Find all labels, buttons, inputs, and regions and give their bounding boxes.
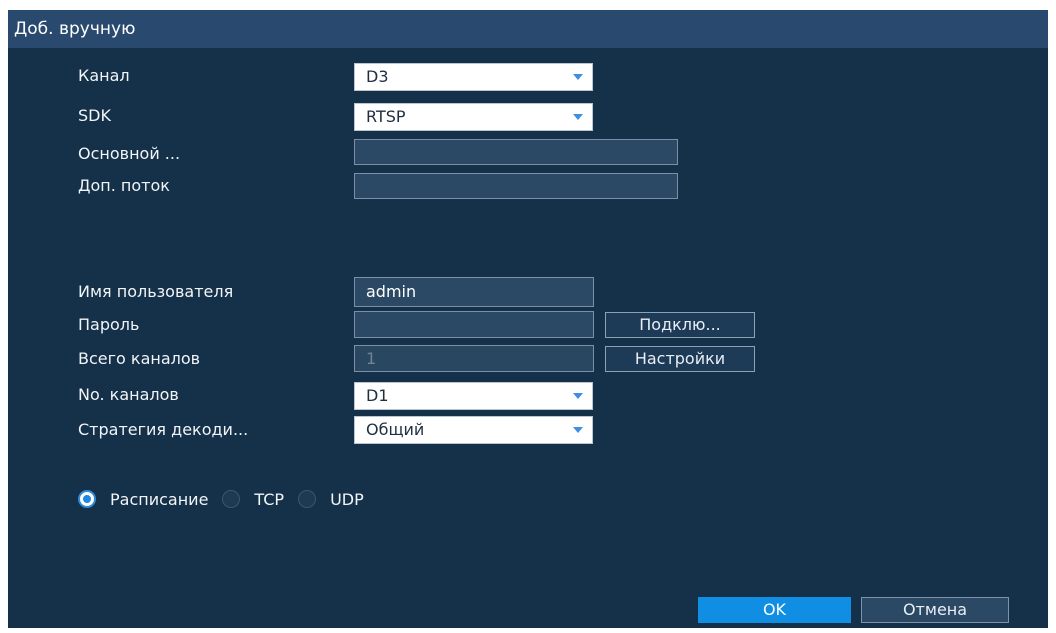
add-manually-dialog: Доб. вручную Канал D3 SDK RTSP Основной … (8, 10, 1048, 628)
radio-tcp-label: TCP (254, 489, 285, 509)
channel-no-select-value: D1 (366, 386, 389, 405)
settings-button[interactable]: Настройки (605, 346, 755, 372)
main-stream-input[interactable] (354, 139, 678, 165)
channel-select[interactable]: D3 (354, 63, 593, 91)
radio-udp-label: UDP (330, 489, 364, 509)
channel-select-value: D3 (366, 67, 389, 86)
sdk-label: SDK (78, 106, 111, 125)
radio-udp[interactable]: UDP (298, 490, 378, 509)
radio-schedule[interactable]: Расписание (78, 490, 222, 509)
sub-stream-input[interactable] (354, 173, 678, 199)
cancel-button[interactable]: Отмена (861, 597, 1009, 623)
radio-schedule-label: Расписание (110, 489, 209, 509)
username-input[interactable]: admin (354, 277, 594, 307)
connect-button[interactable]: Подклю... (605, 312, 755, 338)
sdk-select-value: RTSP (366, 107, 406, 126)
channel-no-select[interactable]: D1 (354, 382, 593, 410)
radio-unchecked-icon[interactable] (222, 490, 241, 508)
channel-no-label: No. каналов (78, 385, 179, 404)
radio-checked-icon[interactable] (78, 490, 96, 508)
main-stream-label: Основной ... (78, 144, 181, 163)
chevron-down-icon (573, 114, 583, 120)
decode-strategy-label: Стратегия декоди... (78, 420, 249, 439)
radio-tcp[interactable]: TCP (222, 490, 298, 509)
chevron-down-icon (573, 427, 583, 433)
decode-strategy-select[interactable]: Общий (354, 416, 593, 444)
dialog-title: Доб. вручную (8, 10, 1048, 48)
channel-label: Канал (78, 66, 130, 85)
ok-button[interactable]: OK (698, 597, 851, 623)
transport-radio-group: Расписание TCP UDP (78, 484, 378, 514)
total-channels-label: Всего каналов (78, 349, 201, 368)
password-input[interactable] (354, 311, 594, 338)
chevron-down-icon (573, 393, 583, 399)
username-label: Имя пользователя (78, 282, 234, 301)
sub-stream-label: Доп. поток (78, 176, 170, 195)
total-channels-input: 1 (354, 345, 594, 372)
sdk-select[interactable]: RTSP (354, 103, 593, 131)
chevron-down-icon (573, 74, 583, 80)
decode-strategy-select-value: Общий (366, 420, 425, 439)
radio-unchecked-icon[interactable] (298, 490, 317, 508)
password-label: Пароль (78, 315, 140, 334)
